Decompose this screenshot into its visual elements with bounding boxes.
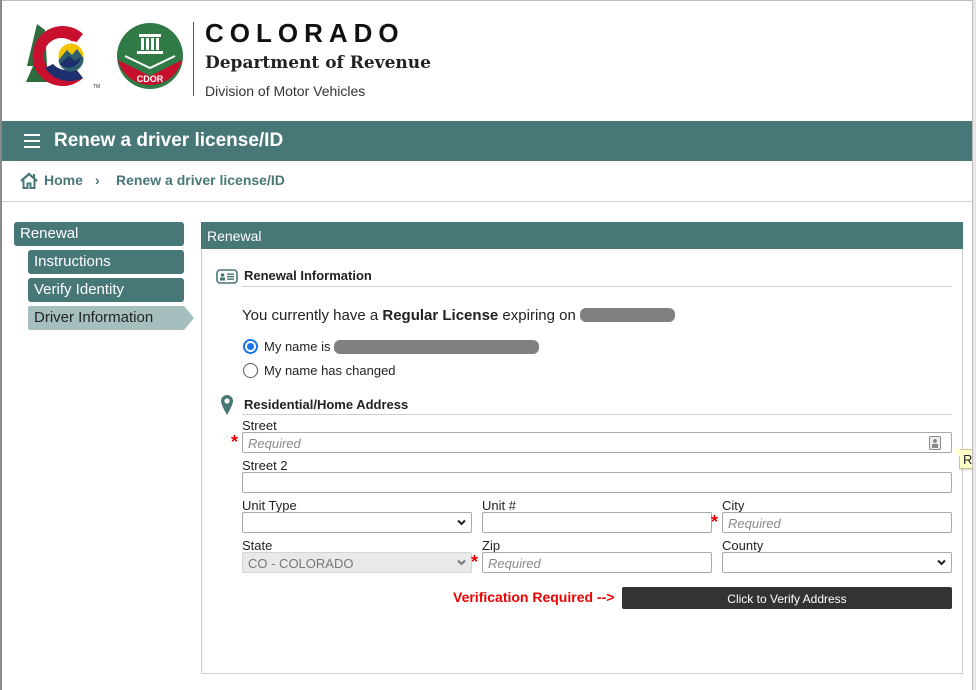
- map-pin-icon: [221, 395, 233, 415]
- city-label: City: [722, 498, 745, 513]
- required-marker: *: [231, 432, 239, 452]
- radio-label: My name is: [264, 339, 331, 354]
- radio-label: My name has changed: [264, 363, 396, 378]
- county-select[interactable]: [722, 552, 952, 573]
- radio-button[interactable]: [243, 363, 258, 378]
- sidebar-item-instructions[interactable]: Instructions: [28, 250, 184, 274]
- autofill-contact-icon[interactable]: [929, 436, 941, 450]
- zip-label: Zip: [482, 538, 501, 553]
- chevron-down-icon: [457, 519, 466, 526]
- svg-text:CDOR: CDOR: [137, 74, 164, 84]
- sidebar-item-verify-identity[interactable]: Verify Identity: [28, 278, 184, 302]
- section-divider: [242, 286, 952, 287]
- brand-division: Division of Motor Vehicles: [205, 83, 366, 99]
- license-status-text: You currently have a Regular License exp…: [242, 307, 675, 324]
- brand-title: COLORADO: [205, 18, 405, 48]
- breadcrumb-separator: ›: [95, 172, 100, 188]
- residential-address-heading: Residential/Home Address: [244, 397, 409, 412]
- street-input[interactable]: Required: [242, 432, 952, 453]
- redacted-expiry-date: [579, 308, 675, 322]
- window-edge-right: [972, 0, 976, 690]
- license-suffix: expiring on: [498, 307, 580, 324]
- unit-number-label: Unit #: [482, 498, 516, 513]
- chevron-down-icon: [457, 559, 466, 566]
- street-label: Street: [242, 418, 277, 433]
- site-header: TM CDOR COLORADO Department of Revenue D…: [2, 0, 974, 121]
- state-label: State: [242, 538, 273, 553]
- renewal-information-heading: Renewal Information: [244, 268, 372, 283]
- license-prefix: You currently have a: [242, 307, 383, 324]
- unit-number-input[interactable]: [482, 512, 712, 533]
- unit-type-label: Unit Type: [242, 498, 297, 513]
- breadcrumb: Home › Renew a driver license/ID: [2, 161, 974, 202]
- sidebar-item-driver-information[interactable]: Driver Information: [28, 306, 194, 330]
- hamburger-icon[interactable]: [24, 134, 40, 148]
- panel-header: Renewal: [201, 222, 963, 249]
- street-placeholder: Required: [248, 436, 301, 451]
- radio-button-checked[interactable]: [243, 339, 258, 354]
- section-divider: [242, 414, 952, 415]
- city-placeholder: Required: [728, 516, 781, 531]
- required-marker: *: [711, 512, 719, 532]
- logo-divider: [193, 22, 194, 96]
- sidebar-item-label: Driver Information: [34, 309, 154, 326]
- breadcrumb-current[interactable]: Renew a driver license/ID: [116, 172, 285, 188]
- street2-label: Street 2: [242, 458, 288, 473]
- chevron-down-icon: [937, 559, 946, 566]
- unit-type-select[interactable]: [242, 512, 472, 533]
- radio-name-changed[interactable]: My name has changed: [243, 363, 396, 378]
- breadcrumb-home-link[interactable]: Home: [44, 172, 83, 188]
- verification-required-label: Verification Required -->: [453, 589, 615, 605]
- city-input[interactable]: Required: [722, 512, 952, 533]
- home-icon[interactable]: [19, 171, 39, 191]
- zip-placeholder: Required: [488, 556, 541, 571]
- state-select: CO - COLORADO: [242, 552, 472, 573]
- state-value: CO - COLORADO: [248, 556, 354, 571]
- license-type: Regular License: [382, 307, 499, 324]
- colorado-logo-icon: TM: [26, 24, 100, 90]
- page-title: Renew a driver license/ID: [54, 130, 284, 151]
- redacted-name: [334, 339, 540, 354]
- brand-department: Department of Revenue: [205, 53, 431, 73]
- radio-name-is[interactable]: My name is: [243, 339, 540, 354]
- required-marker: *: [471, 552, 479, 572]
- cdor-logo-icon: CDOR: [117, 23, 183, 89]
- county-label: County: [722, 538, 764, 553]
- id-card-icon: [216, 269, 238, 284]
- sidebar-item-renewal[interactable]: Renewal: [14, 222, 184, 246]
- street2-input[interactable]: [242, 472, 952, 493]
- page-title-bar: Renew a driver license/ID: [2, 121, 974, 161]
- verify-address-button[interactable]: Click to Verify Address: [622, 587, 952, 609]
- svg-text:TM: TM: [93, 84, 100, 90]
- zip-input[interactable]: Required: [482, 552, 712, 573]
